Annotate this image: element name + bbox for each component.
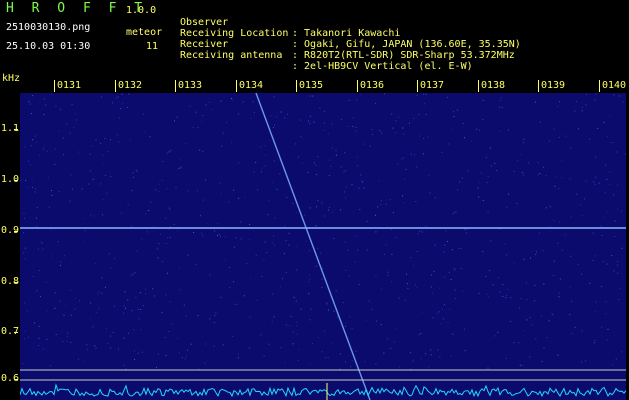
time-tick-label: 0134: [235, 80, 264, 92]
time-tick-label: 0136: [356, 80, 385, 92]
meteor-count: 11: [146, 41, 159, 52]
time-tick-label: 0139: [537, 80, 566, 92]
time-tick-label: 0131: [53, 80, 82, 92]
info-value: : 2el-HB9CV Vertical (el. E-W): [292, 61, 473, 72]
time-tick-label: 0135: [295, 80, 324, 92]
freq-tick-mark: [14, 282, 18, 283]
info-label: Receiving antenna: [180, 50, 283, 61]
freq-tick-mark: [14, 231, 18, 232]
header-left: H R O F F T 1.0.0 2510030130.png meteor …: [6, 2, 170, 58]
freq-tick-mark: [14, 379, 18, 380]
freq-tick-mark: [14, 180, 18, 181]
time-tick-label: 0137: [416, 80, 445, 92]
frequency-unit-label: kHz: [2, 73, 21, 84]
info-row-antenna: Receiving antenna : 2el-HB9CV Vertical (…: [180, 39, 473, 72]
capture-datetime: 25.10.03 01:30: [6, 41, 91, 52]
info-value: : R820T2(RTL-SDR) SDR-Sharp 53.372MHz: [292, 50, 515, 61]
spectrogram: [20, 93, 626, 400]
info-value: : Takanori Kawachi: [292, 28, 401, 39]
image-filename: 2510030130.png: [6, 22, 91, 33]
time-tick-label: 0138: [477, 80, 506, 92]
info-row-observer: Observer : Takanori Kawachi: [180, 6, 400, 39]
info-row-location: Receiving Location : Ogaki, Gifu, JAPAN …: [180, 17, 521, 50]
time-tick-label: 0140: [598, 80, 627, 92]
info-value: : Ogaki, Gifu, JAPAN (136.60E, 35.35N): [292, 39, 521, 50]
meteor-label: meteor: [126, 27, 163, 38]
freq-tick-mark: [14, 129, 18, 130]
time-axis: 0131 0132 0133 0134 0135 0136 0137 0138 …: [20, 80, 626, 94]
time-tick-label: 0132: [114, 80, 143, 92]
freq-tick-mark: [14, 332, 18, 333]
app-version: 1.0.0: [126, 5, 157, 16]
spectrogram-background: [20, 93, 626, 400]
station-info: Observer : Takanori Kawachi Receiving Lo…: [180, 6, 521, 72]
info-row-receiver: Receiver : R820T2(RTL-SDR) SDR-Sharp 53.…: [180, 28, 515, 61]
time-tick-label: 0133: [174, 80, 203, 92]
